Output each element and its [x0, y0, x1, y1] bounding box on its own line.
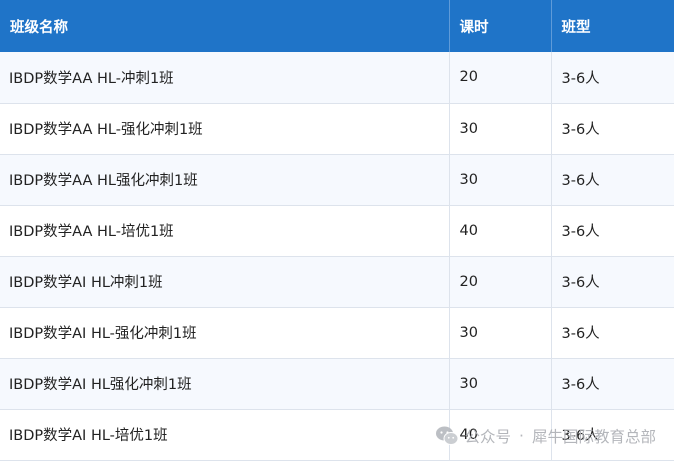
column-header-class-name: 班级名称	[0, 0, 450, 52]
class-name-cell: IBDP数学AI HL强化冲刺1班	[0, 358, 450, 410]
class-size-cell: 3-6人	[551, 154, 674, 206]
table-header-row: 班级名称 课时 班型	[0, 0, 674, 52]
table-row: IBDP数学AA HL强化冲刺1班 30 3-6人	[0, 154, 674, 206]
class-size-cell: 3-6人	[551, 256, 674, 308]
class-size-cell: 3-6人	[551, 307, 674, 359]
class-name-cell: IBDP数学AI HL-培优1班	[0, 409, 450, 461]
class-name-cell: IBDP数学AA HL-培优1班	[0, 205, 450, 257]
table-row: IBDP数学AI HL冲刺1班 20 3-6人	[0, 256, 674, 308]
class-name-cell: IBDP数学AA HL-强化冲刺1班	[0, 103, 450, 155]
table-row: IBDP数学AI HL-培优1班 40 3-6人	[0, 409, 674, 461]
hours-cell: 30	[449, 307, 552, 359]
hours-cell: 30	[449, 154, 552, 206]
class-name-cell: IBDP数学AA HL-冲刺1班	[0, 52, 450, 104]
class-size-cell: 3-6人	[551, 205, 674, 257]
course-table: 班级名称 课时 班型 IBDP数学AA HL-冲刺1班 20 3-6人 IBDP…	[0, 0, 674, 461]
hours-cell: 40	[449, 205, 552, 257]
hours-cell: 40	[449, 409, 552, 461]
class-size-cell: 3-6人	[551, 52, 674, 104]
column-header-hours: 课时	[449, 0, 552, 52]
class-name-cell: IBDP数学AI HL-强化冲刺1班	[0, 307, 450, 359]
column-header-class-size: 班型	[561, 19, 591, 36]
hours-cell: 30	[449, 103, 552, 155]
table-row: IBDP数学AI HL-强化冲刺1班 30 3-6人	[0, 307, 674, 359]
table-row: IBDP数学AA HL-培优1班 40 3-6人	[0, 205, 674, 257]
hours-cell: 20	[449, 52, 552, 104]
class-size-cell: 3-6人	[551, 409, 674, 461]
table-row: IBDP数学AA HL-冲刺1班 20 3-6人	[0, 52, 674, 104]
hours-cell: 20	[449, 256, 552, 308]
class-name-cell: IBDP数学AI HL冲刺1班	[0, 256, 450, 308]
table-row: IBDP数学AI HL强化冲刺1班 30 3-6人	[0, 358, 674, 410]
class-size-cell: 3-6人	[551, 358, 674, 410]
table-row: IBDP数学AA HL-强化冲刺1班 30 3-6人	[0, 103, 674, 155]
class-size-cell: 3-6人	[551, 103, 674, 155]
hours-cell: 30	[449, 358, 552, 410]
class-name-cell: IBDP数学AA HL强化冲刺1班	[0, 154, 450, 206]
